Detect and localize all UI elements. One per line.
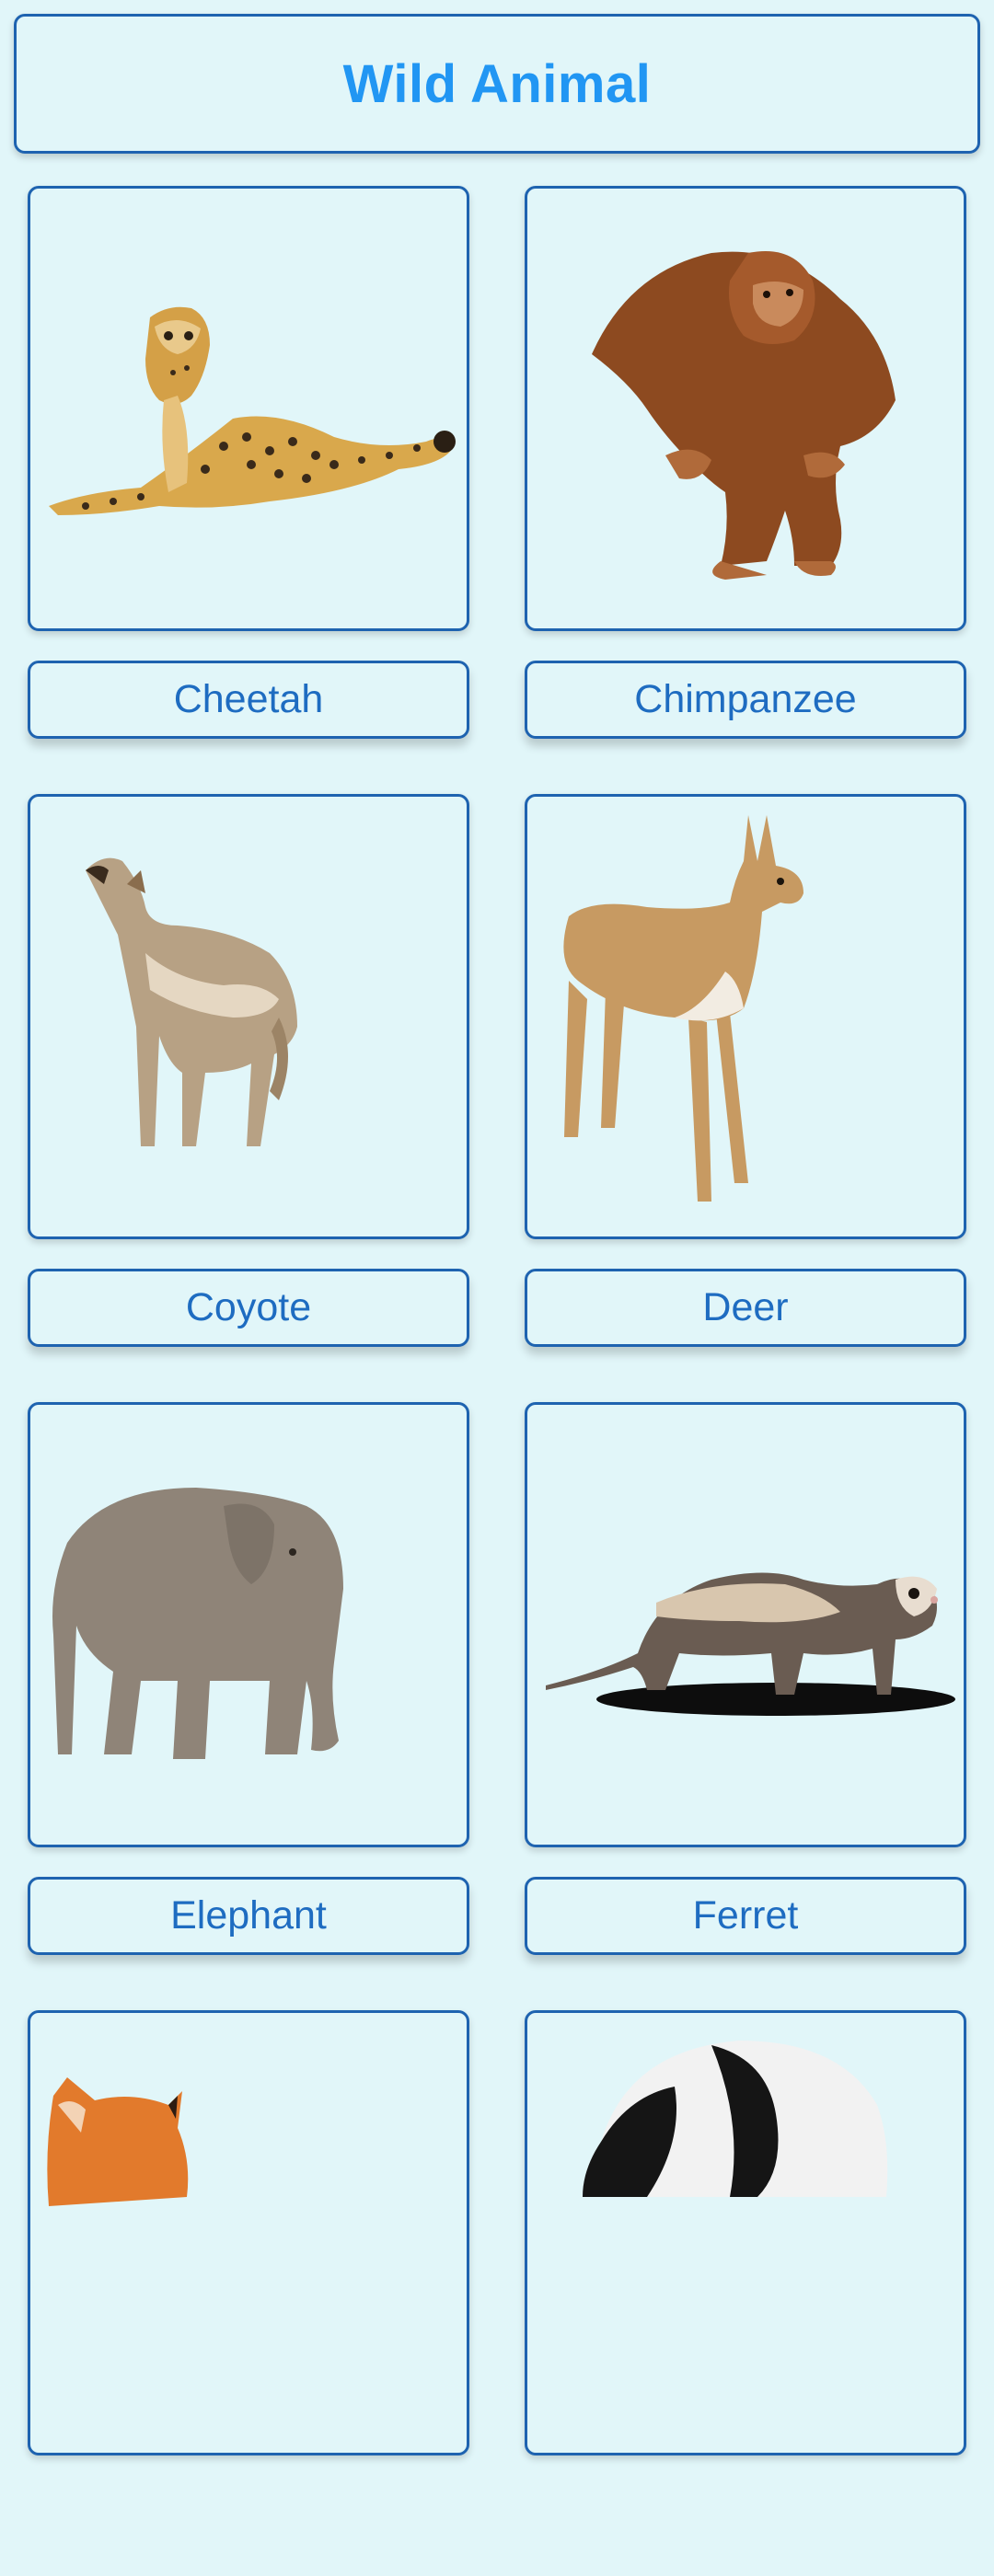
animal-image-card[interactable] (28, 794, 469, 1239)
deer-image (563, 815, 803, 1202)
animal-card-panda[interactable] (525, 2010, 966, 2576)
animal-card-fox[interactable] (28, 2010, 469, 2576)
animal-image-card[interactable] (28, 2010, 469, 2455)
animal-label[interactable]: Coyote (28, 1269, 469, 1347)
animal-label[interactable]: Cheetah (28, 661, 469, 739)
animal-image-card[interactable] (525, 1402, 966, 1847)
animal-label[interactable]: Deer (525, 1269, 966, 1347)
elephant-image (52, 1488, 343, 1759)
page-title: Wild Animal (342, 53, 652, 114)
animal-card-ferret[interactable]: Ferret (525, 1402, 966, 1968)
animal-image-card[interactable] (525, 2010, 966, 2455)
animal-image-card[interactable] (525, 794, 966, 1239)
animal-label[interactable]: Elephant (28, 1877, 469, 1955)
animal-card-deer[interactable]: Deer (525, 794, 966, 1360)
chimpanzee-image (592, 251, 896, 580)
coyote-image (86, 857, 297, 1146)
cheetah-image (49, 306, 456, 515)
animal-card-coyote[interactable]: Coyote (28, 794, 469, 1360)
animal-label[interactable]: Chimpanzee (525, 661, 966, 739)
fox-image (47, 2077, 189, 2206)
animal-image-card[interactable] (525, 186, 966, 631)
page-header: Wild Animal (14, 14, 980, 154)
animal-label[interactable]: Ferret (525, 1877, 966, 1955)
animal-card-cheetah[interactable]: Cheetah (28, 186, 469, 752)
animal-image-card[interactable] (28, 186, 469, 631)
animal-card-elephant[interactable]: Elephant (28, 1402, 469, 1968)
animal-image-card[interactable] (28, 1402, 469, 1847)
animal-card-chimpanzee[interactable]: Chimpanzee (525, 186, 966, 752)
ferret-image (546, 1572, 955, 1716)
panda-image (583, 2041, 888, 2197)
